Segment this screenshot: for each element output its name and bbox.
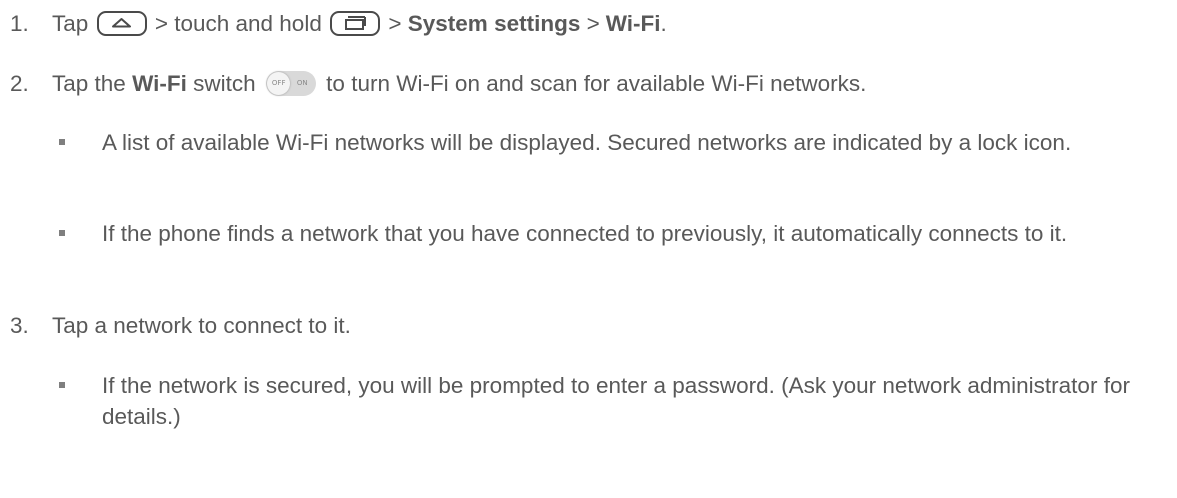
step-text-period: . <box>660 11 667 36</box>
step-text-sep: > <box>388 11 402 36</box>
bullet-text: A list of available Wi-Fi networks will … <box>102 130 1072 155</box>
toggle-on-label: ON <box>296 78 308 87</box>
step-text: Tap > touch and hold > System settings >… <box>52 8 667 39</box>
toggle-off-label: OFF <box>271 78 286 87</box>
step-text-tap-the: Tap the <box>52 71 126 96</box>
system-settings-label: System settings <box>407 11 581 36</box>
bullet-text: If the network is secured, you will be p… <box>102 373 1130 429</box>
bullet-square-icon <box>59 382 65 388</box>
step-text-tap: Tap <box>52 11 89 36</box>
home-key-icon <box>96 10 147 36</box>
step-number: 1. <box>10 11 29 36</box>
step-text: Tap a network to connect to it. <box>52 313 351 338</box>
wifi-label: Wi-Fi <box>132 71 187 96</box>
step-text-rest: to turn Wi-Fi on and scan for available … <box>326 71 867 96</box>
step-text-sep: > <box>586 11 600 36</box>
step-number: 2. <box>10 71 29 96</box>
step-number: 3. <box>10 313 29 338</box>
step-text-switch: switch <box>193 71 256 96</box>
bullet-square-icon <box>59 230 65 236</box>
wifi-label: Wi-Fi <box>605 11 661 36</box>
recent-apps-key-icon <box>330 10 381 36</box>
bullet-text: If the phone finds a network that you ha… <box>102 221 1068 246</box>
bullet-square-icon <box>59 139 65 145</box>
step-text: Tap the Wi-Fi switch OFF ON to turn Wi-F… <box>52 68 866 99</box>
wifi-switch-icon: OFF ON <box>265 70 316 96</box>
document-page: { "steps": [ { "number": "1.", "parts": … <box>0 0 1177 498</box>
step-text-touch-hold: > touch and hold <box>154 11 322 36</box>
